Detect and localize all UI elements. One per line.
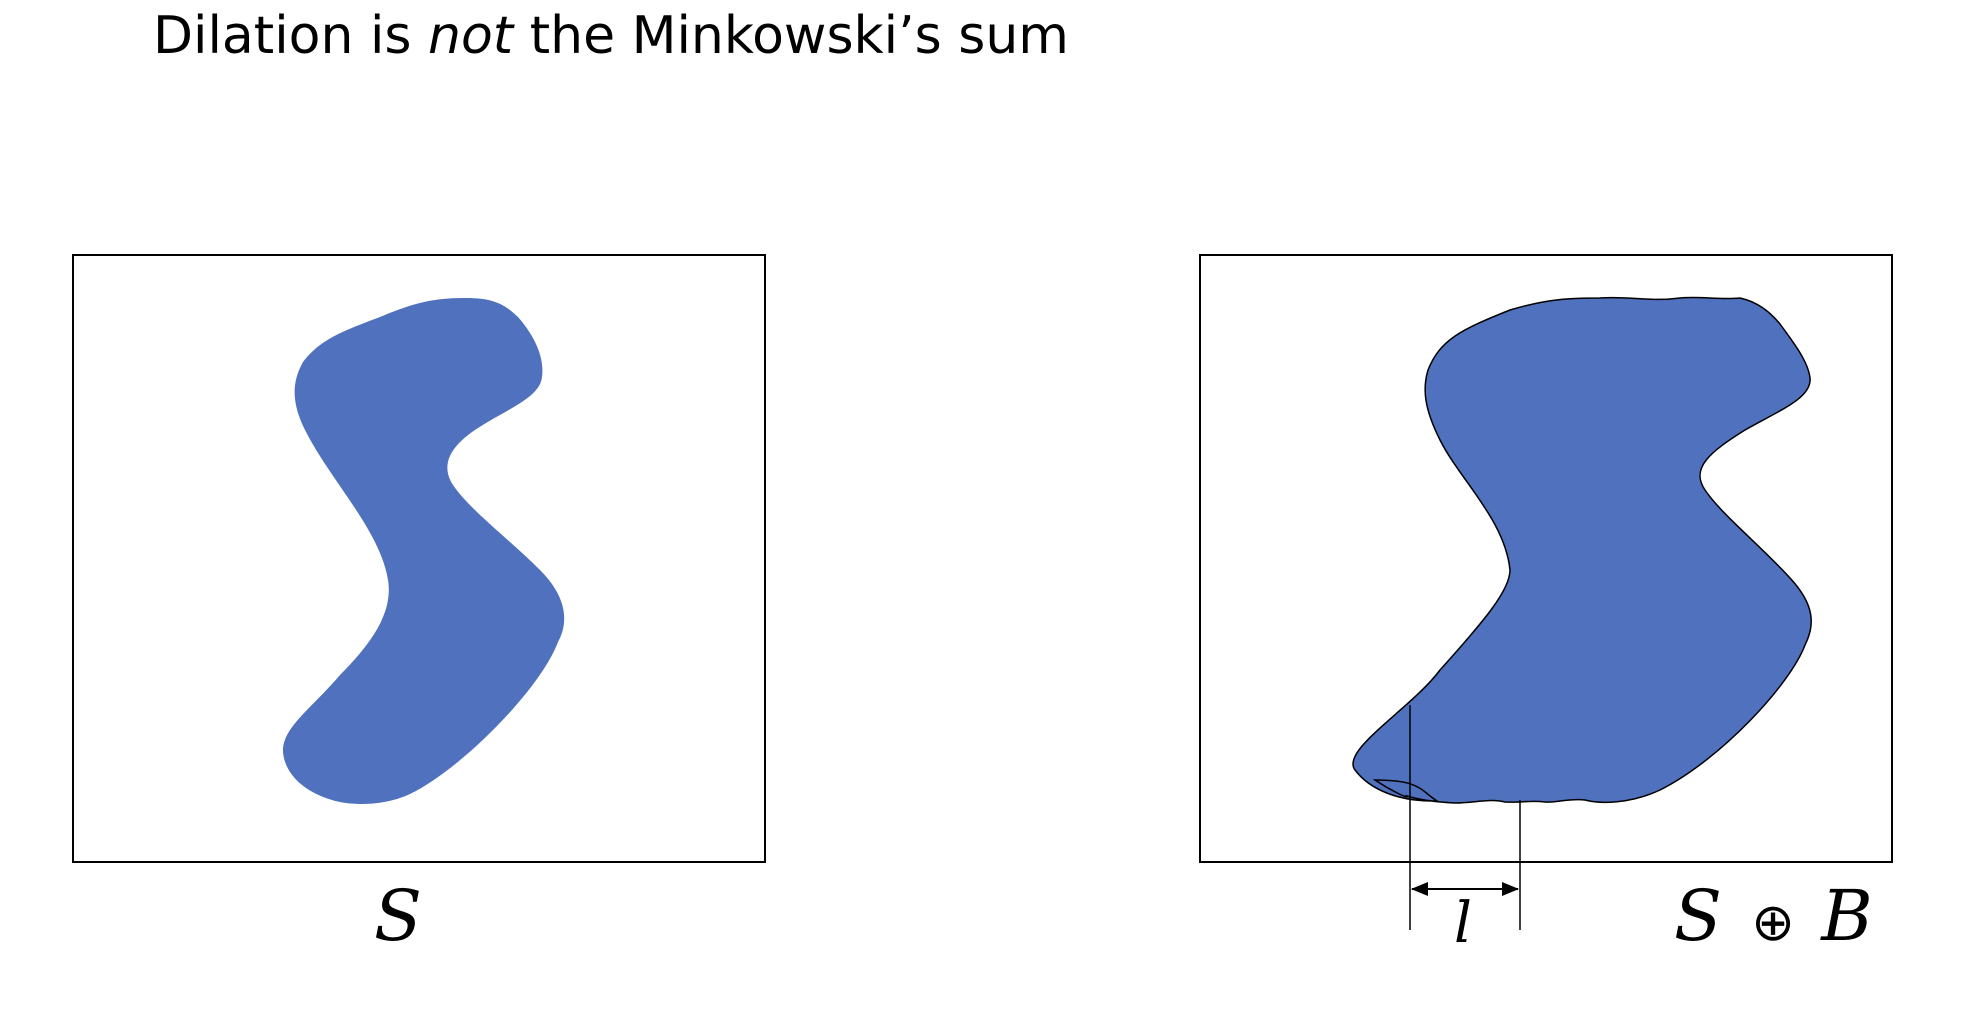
label-s-dilated: S <box>1674 875 1722 957</box>
label-b: B <box>1819 875 1872 957</box>
shape-dilated <box>1352 296 1812 804</box>
left-panel: S <box>72 254 766 957</box>
dimension-arrowhead-left <box>1411 882 1428 896</box>
oplus-operator: ⊕ <box>1751 893 1795 953</box>
right-panel: l S ⊕ B <box>1199 254 1893 957</box>
label-s: S <box>374 875 422 957</box>
dimension-label-l: l <box>1454 891 1472 956</box>
diagram-canvas: S l S ⊕ B <box>72 254 1893 957</box>
dimension-arrowhead-right <box>1502 882 1519 896</box>
shape-s <box>282 298 565 804</box>
